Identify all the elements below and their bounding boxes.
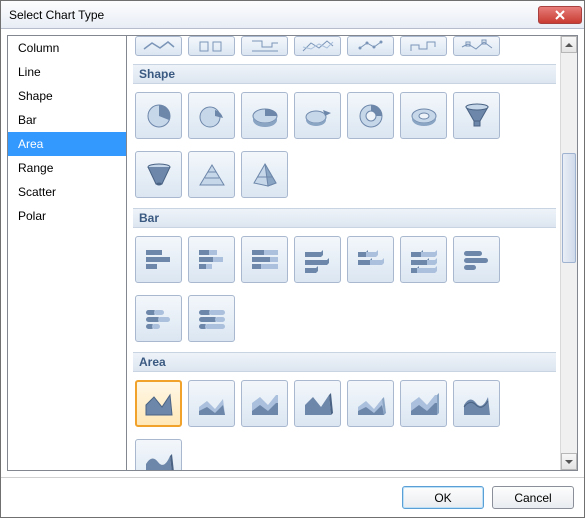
chart-thumb-line-4[interactable]: [294, 36, 341, 56]
chart-thumb-area-spline-3d[interactable]: [135, 439, 182, 470]
shape-row-2: [133, 147, 556, 206]
chevron-up-icon: [565, 43, 573, 47]
chart-thumb-pie-3d-exploded[interactable]: [294, 92, 341, 139]
close-icon: [554, 10, 566, 20]
chart-thumb-area-3d[interactable]: [294, 380, 341, 427]
button-label: Cancel: [514, 491, 551, 505]
section-header-label: Area: [139, 355, 166, 369]
chart-thumb-bar-cylinder[interactable]: [453, 236, 500, 283]
sidebar-item-bar[interactable]: Bar: [8, 108, 126, 132]
chart-thumb-area-100stacked[interactable]: [241, 380, 288, 427]
chart-thumb-bar-100stacked[interactable]: [241, 236, 288, 283]
chart-thumb-area-3d-100stacked[interactable]: [400, 380, 447, 427]
category-list: Column Line Shape Bar Area Range Scatter…: [7, 35, 127, 471]
bar-row-1: [133, 232, 556, 291]
chart-thumb-bar-3d[interactable]: [294, 236, 341, 283]
sidebar-item-label: Range: [18, 161, 53, 175]
gallery-content: Shape Bar: [127, 36, 560, 470]
sidebar-item-label: Line: [18, 65, 41, 79]
ok-button[interactable]: OK: [402, 486, 484, 509]
button-label: OK: [434, 491, 451, 505]
chart-thumb-line-1[interactable]: [135, 36, 182, 56]
chart-thumb-bar-cylinder-stacked[interactable]: [135, 295, 182, 342]
chart-thumb-bar-cylinder-100stacked[interactable]: [188, 295, 235, 342]
sidebar-item-label: Bar: [18, 113, 37, 127]
close-button[interactable]: [538, 6, 582, 24]
sidebar-item-scatter[interactable]: Scatter: [8, 180, 126, 204]
dialog-body: Column Line Shape Bar Area Range Scatter…: [1, 29, 584, 477]
chevron-down-icon: [565, 460, 573, 464]
area-row-1: [133, 376, 556, 435]
chart-thumb-bar[interactable]: [135, 236, 182, 283]
vertical-scrollbar[interactable]: [560, 36, 577, 470]
chart-thumb-line-7[interactable]: [453, 36, 500, 56]
chart-thumb-bar-3d-100stacked[interactable]: [400, 236, 447, 283]
sidebar-item-label: Column: [18, 41, 59, 55]
cancel-button[interactable]: Cancel: [492, 486, 574, 509]
chart-thumb-donut[interactable]: [347, 92, 394, 139]
chart-thumb-line-6[interactable]: [400, 36, 447, 56]
chart-thumb-funnel-3d[interactable]: [135, 151, 182, 198]
chart-thumb-line-3[interactable]: [241, 36, 288, 56]
chart-thumb-funnel[interactable]: [453, 92, 500, 139]
scroll-thumb[interactable]: [562, 153, 576, 263]
dialog-footer: OK Cancel: [1, 477, 584, 517]
section-header-bar: Bar: [133, 208, 556, 228]
chart-thumb-pie-3d[interactable]: [241, 92, 288, 139]
dialog-title: Select Chart Type: [9, 8, 538, 22]
sidebar-item-range[interactable]: Range: [8, 156, 126, 180]
section-header-area: Area: [133, 352, 556, 372]
chart-thumb-pie[interactable]: [135, 92, 182, 139]
chart-gallery: Shape Bar: [127, 35, 578, 471]
section-header-label: Bar: [139, 211, 159, 225]
sidebar-item-polar[interactable]: Polar: [8, 204, 126, 228]
chart-thumb-pie-exploded[interactable]: [188, 92, 235, 139]
sidebar-item-label: Area: [18, 137, 43, 151]
area-row-2: [133, 435, 556, 470]
select-chart-type-dialog: Select Chart Type Column Line Shape Bar …: [0, 0, 585, 518]
chart-thumb-area-stacked[interactable]: [188, 380, 235, 427]
shape-row-1: [133, 88, 556, 147]
sidebar-item-label: Shape: [18, 89, 53, 103]
chart-thumb-area-3d-stacked[interactable]: [347, 380, 394, 427]
line-section-partial: [133, 36, 556, 62]
chart-thumb-area-spline[interactable]: [453, 380, 500, 427]
chart-thumb-line-2[interactable]: [188, 36, 235, 56]
sidebar-item-label: Scatter: [18, 185, 56, 199]
scroll-up-button[interactable]: [561, 36, 577, 53]
sidebar-item-area[interactable]: Area: [8, 132, 126, 156]
section-header-shape: Shape: [133, 64, 556, 84]
bar-row-2: [133, 291, 556, 350]
chart-thumb-bar-stacked[interactable]: [188, 236, 235, 283]
chart-thumb-pyramid-3d[interactable]: [241, 151, 288, 198]
chart-thumb-line-5[interactable]: [347, 36, 394, 56]
scroll-track[interactable]: [561, 53, 577, 453]
sidebar-item-label: Polar: [18, 209, 46, 223]
titlebar[interactable]: Select Chart Type: [1, 1, 584, 29]
chart-thumb-pyramid[interactable]: [188, 151, 235, 198]
chart-thumb-bar-3d-stacked[interactable]: [347, 236, 394, 283]
sidebar-item-line[interactable]: Line: [8, 60, 126, 84]
chart-thumb-donut-3d[interactable]: [400, 92, 447, 139]
sidebar-item-column[interactable]: Column: [8, 36, 126, 60]
sidebar-item-shape[interactable]: Shape: [8, 84, 126, 108]
scroll-down-button[interactable]: [561, 453, 577, 470]
chart-thumb-area[interactable]: [135, 380, 182, 427]
section-header-label: Shape: [139, 67, 175, 81]
